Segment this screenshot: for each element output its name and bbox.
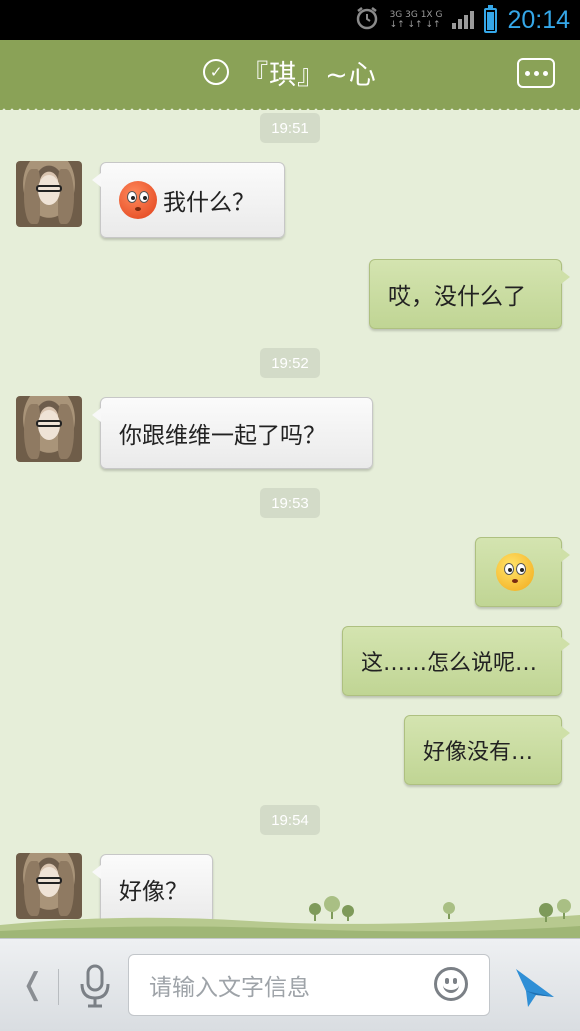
message-bubble-received[interactable]: 你跟维维一起了吗？ xyxy=(92,397,373,469)
dot-icon xyxy=(524,70,530,76)
contact-avatar[interactable] xyxy=(16,161,82,227)
confused-face-emoji-icon xyxy=(496,553,534,591)
signal-strength-icon xyxy=(452,11,475,29)
battery-level xyxy=(487,11,495,30)
blushing-face-emoji-icon xyxy=(119,181,157,219)
message-bubble-sent[interactable]: 好像没有… xyxy=(404,715,570,785)
dot-icon xyxy=(542,70,548,76)
more-options-button[interactable] xyxy=(517,58,555,88)
message-text: 我什么？ xyxy=(163,190,255,216)
message-bubble-sent[interactable]: 这……怎么说呢… xyxy=(342,626,570,696)
input-placeholder: 请输入文字信息 xyxy=(149,975,310,1001)
message-bubble-sent[interactable] xyxy=(475,537,570,607)
emoji-smile-icon[interactable] xyxy=(434,967,468,1001)
message-bubble-received[interactable]: 我什么？ xyxy=(92,162,285,238)
battery-icon xyxy=(484,4,498,33)
alarm-icon xyxy=(354,5,380,35)
chat-title: 『琪』~心 xyxy=(241,59,377,91)
chat-header: ✓ 『琪』~心 xyxy=(0,40,580,110)
send-arrow-icon[interactable] xyxy=(512,963,558,1009)
message-text: 你跟维维一起了吗？ xyxy=(119,423,326,449)
message-input-bar: ❬ 请输入文字信息 xyxy=(0,938,580,1031)
divider xyxy=(58,969,59,1005)
message-text: 哎，没什么了 xyxy=(388,284,526,310)
network-type-label: 3G 3G 1X G ↓↑ ↓↑ ↓↑ xyxy=(389,10,443,30)
message-bubble-sent[interactable]: 哎，没什么了 xyxy=(369,259,570,329)
message-text: 好像没有… xyxy=(423,740,534,765)
contact-avatar[interactable] xyxy=(16,396,82,462)
chevron-left-icon[interactable]: ❬ xyxy=(20,967,45,1002)
timestamp: 19:52 xyxy=(260,348,320,378)
timestamp: 19:51 xyxy=(260,113,320,143)
dot-icon xyxy=(533,70,539,76)
message-text: 这……怎么说呢… xyxy=(361,651,538,676)
online-check-icon: ✓ xyxy=(203,59,230,85)
microphone-icon[interactable] xyxy=(78,964,112,1008)
chat-title-group: ✓ 『琪』~心 xyxy=(203,53,377,92)
grass-scenery-decoration xyxy=(0,896,580,938)
timestamp: 19:54 xyxy=(260,805,320,835)
status-bar: 3G 3G 1X G ↓↑ ↓↑ ↓↑ 20:14 xyxy=(0,0,580,40)
status-time: 20:14 xyxy=(507,5,570,34)
timestamp: 19:53 xyxy=(260,488,320,518)
